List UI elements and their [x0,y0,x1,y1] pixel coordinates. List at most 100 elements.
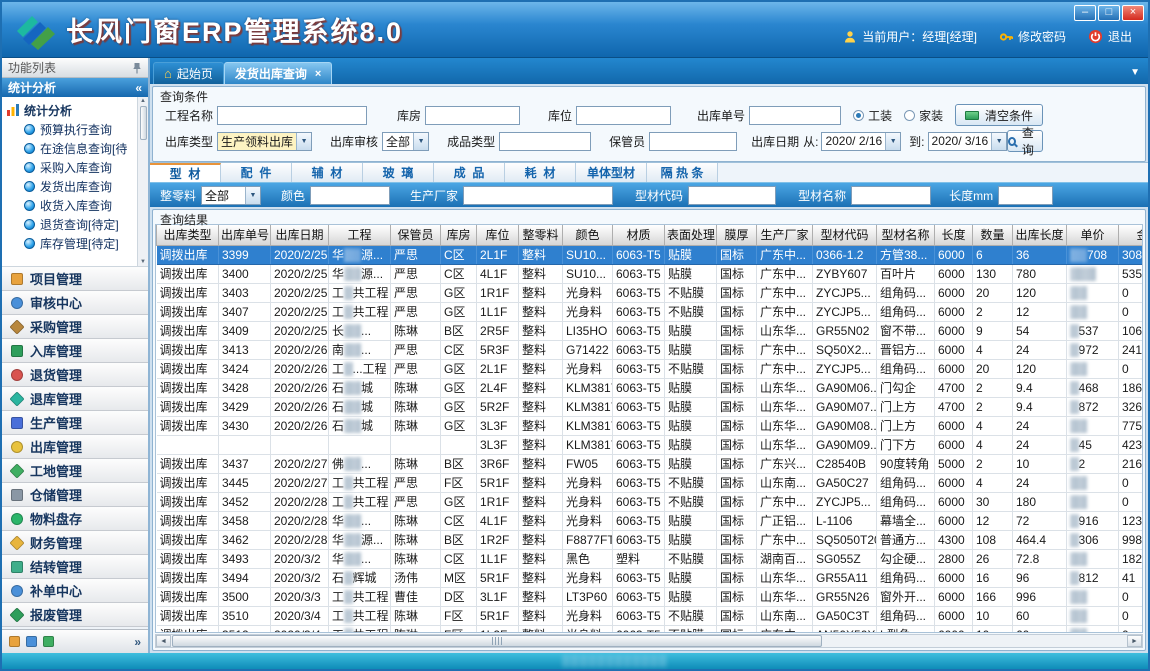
scroll-up-icon[interactable]: ▲ [140,98,146,104]
column-header[interactable]: 出库类型 [157,225,219,245]
table-row[interactable]: 调拨出库35102020/3/4工▒共工程陈琳F区5R1F整料光身料6063-T… [157,606,1144,625]
collapse-icon[interactable]: « [135,81,142,95]
column-header[interactable]: 长度 [935,225,973,245]
tab-start-page[interactable]: ⌂ 起始页 [153,62,224,84]
column-header[interactable]: 生产厂家 [757,225,813,245]
sidebar-item[interactable]: 仓储管理 [2,483,148,507]
location-input[interactable] [576,106,671,125]
table-row[interactable]: 调拨出库34002020/2/25华▒▒源...严思C区4L1F整料SU10..… [157,264,1144,283]
tab-close-icon[interactable]: × [315,68,321,80]
table-row[interactable]: 调拨出库34282020/2/26石▒▒城陈琳G区2L4F整料KLM381760… [157,378,1144,397]
product-type-input[interactable] [499,132,591,151]
tree-item[interactable]: 收货入库查询 [6,196,136,215]
sidebar-item[interactable]: 报废管理 [2,603,148,627]
scrollbar-thumb[interactable] [172,635,822,647]
table-row[interactable]: 调拨出库34942020/3/2石▒辉城汤伟M区5R1F整料光身料6063-T5… [157,568,1144,587]
material-tab[interactable]: 配 件 [221,163,292,182]
table-row[interactable]: 调拨出库35002020/3/3工▒共工程曹佳D区3L1F整料LT3P60606… [157,587,1144,606]
footer-computer-icon[interactable] [26,636,37,647]
tree-scrollbar[interactable]: ▲ ▼ [137,97,148,266]
audit-select[interactable]: 全部▼ [382,132,429,151]
tree-root-node[interactable]: 统计分析 [6,100,136,120]
column-header[interactable]: 膜厚 [717,225,757,245]
whole-part-select[interactable]: 全部▼ [201,186,261,205]
table-row[interactable]: 调拨出库34522020/2/28工▒共工程严思G区1R1F整料光身料6063-… [157,492,1144,511]
footer-tools-icon[interactable] [43,636,54,647]
sidebar-item[interactable]: 物料盘存 [2,507,148,531]
column-header[interactable]: 整零料 [519,225,563,245]
clear-conditions-button[interactable]: 清空条件 [955,104,1043,126]
table-row[interactable]: 调拨出库34372020/2/27佛▒▒...陈琳B区3R6F整料FW05606… [157,454,1144,473]
sidebar-group-header[interactable]: 统计分析 « [2,78,148,97]
horizontal-scrollbar[interactable]: ◄ ► [155,634,1143,648]
column-header[interactable]: 数量 [973,225,1013,245]
scroll-right-icon[interactable]: ► [1127,635,1142,647]
material-tab[interactable]: 成 品 [434,163,505,182]
column-header[interactable]: 工程 [329,225,391,245]
sidebar-item[interactable]: 退货管理 [2,363,148,387]
tree-item[interactable]: 退货查询[待定] [6,215,136,234]
table-row[interactable]: 调拨出库34242020/2/26工▒...工程严思G区2L1F整料光身料606… [157,359,1144,378]
date-from-picker[interactable]: 2020/ 2/16▼ [821,132,901,151]
table-row[interactable]: 调拨出库34582020/2/28华▒▒...陈琳C区4L1F整料光身料6063… [157,511,1144,530]
sidebar-item[interactable]: 财务管理 [2,531,148,555]
column-header[interactable]: 保管员 [391,225,441,245]
material-tab[interactable]: 玻 璃 [363,163,434,182]
change-password-link[interactable]: 修改密码 [999,28,1066,45]
project-name-input[interactable] [217,106,367,125]
tree-item[interactable]: 采购入库查询 [6,158,136,177]
warehouse-input[interactable] [425,106,520,125]
profile-name-input[interactable] [851,186,931,205]
radio-home[interactable]: 家装 [904,107,943,124]
sidebar-item[interactable]: 审核中心 [2,291,148,315]
search-button[interactable]: 查 询 [1007,130,1043,152]
tree-item[interactable]: 在途信息查询[待 [6,139,136,158]
sidebar-item[interactable]: 生产管理 [2,411,148,435]
table-row[interactable]: 调拨出库33992020/2/25华▒▒源...严思C区2L1F整料SU10..… [157,245,1144,264]
keeper-input[interactable] [649,132,737,151]
column-header[interactable]: 表面处理 [665,225,717,245]
sidebar-item[interactable]: 项目管理 [2,267,148,291]
table-row[interactable]: 调拨出库34072020/2/25工▒共工程严思G区1L1F整料光身料6063-… [157,302,1144,321]
tab-shipping-outbound-query[interactable]: 发货出库查询 × [224,62,332,84]
material-tab[interactable]: 型 材 [150,163,221,182]
table-row[interactable]: 3L3F整料KLM38176063-T5贴膜国标山东华...GA90M09..门… [157,435,1144,454]
column-header[interactable]: 出库长度 [1013,225,1067,245]
column-header[interactable]: 材质 [613,225,665,245]
tree-item[interactable]: 预算执行查询 [6,120,136,139]
scroll-left-icon[interactable]: ◄ [156,635,171,647]
pin-icon[interactable] [132,62,142,74]
tree-item[interactable]: 库存管理[待定] [6,234,136,253]
scrollbar-thumb[interactable] [140,106,147,140]
tab-list-caret-icon[interactable]: ▼ [1130,67,1140,78]
table-row[interactable]: 调拨出库34622020/2/28华▒▒源...陈琳B区1R2F整料F8877F… [157,530,1144,549]
column-header[interactable]: 金额 [1119,225,1144,245]
sidebar-item[interactable]: 结转管理 [2,555,148,579]
sidebar-item[interactable]: 补单中心 [2,579,148,603]
table-row[interactable]: 调拨出库34292020/2/26石▒▒城陈琳G区5R2F整料KLM381760… [157,397,1144,416]
minimize-button[interactable]: – [1074,5,1096,21]
maximize-button[interactable]: □ [1098,5,1120,21]
sidebar-item[interactable]: 入库管理 [2,339,148,363]
sidebar-item[interactable]: 采购管理 [2,315,148,339]
column-header[interactable]: 单价 [1067,225,1119,245]
table-row[interactable]: 调拨出库34032020/2/25工▒共工程严思G区1R1F整料光身料6063-… [157,283,1144,302]
column-header[interactable]: 库房 [441,225,477,245]
radio-industrial[interactable]: 工装 [853,107,892,124]
sidebar-item[interactable]: 退库管理 [2,387,148,411]
scrollbar-track[interactable] [171,635,1127,647]
length-input[interactable] [998,186,1053,205]
material-tab[interactable]: 辅 材 [292,163,363,182]
column-header[interactable]: 颜色 [563,225,613,245]
tree-item[interactable]: 发货出库查询 [6,177,136,196]
profile-code-input[interactable] [688,186,776,205]
scroll-down-icon[interactable]: ▼ [140,259,146,265]
material-tab[interactable]: 耗 材 [505,163,576,182]
table-row[interactable]: 调拨出库34302020/2/26石▒▒城陈琳G区3L3F整料KLM381760… [157,416,1144,435]
material-tab[interactable]: 隔 热 条 [647,163,718,182]
footer-folder-icon[interactable] [9,636,20,647]
order-no-input[interactable] [749,106,841,125]
column-header[interactable]: 型材名称 [877,225,935,245]
column-header[interactable]: 出库日期 [271,225,329,245]
table-row[interactable]: 调拨出库34452020/2/27工▒共工程严思F区5R1F整料光身料6063-… [157,473,1144,492]
